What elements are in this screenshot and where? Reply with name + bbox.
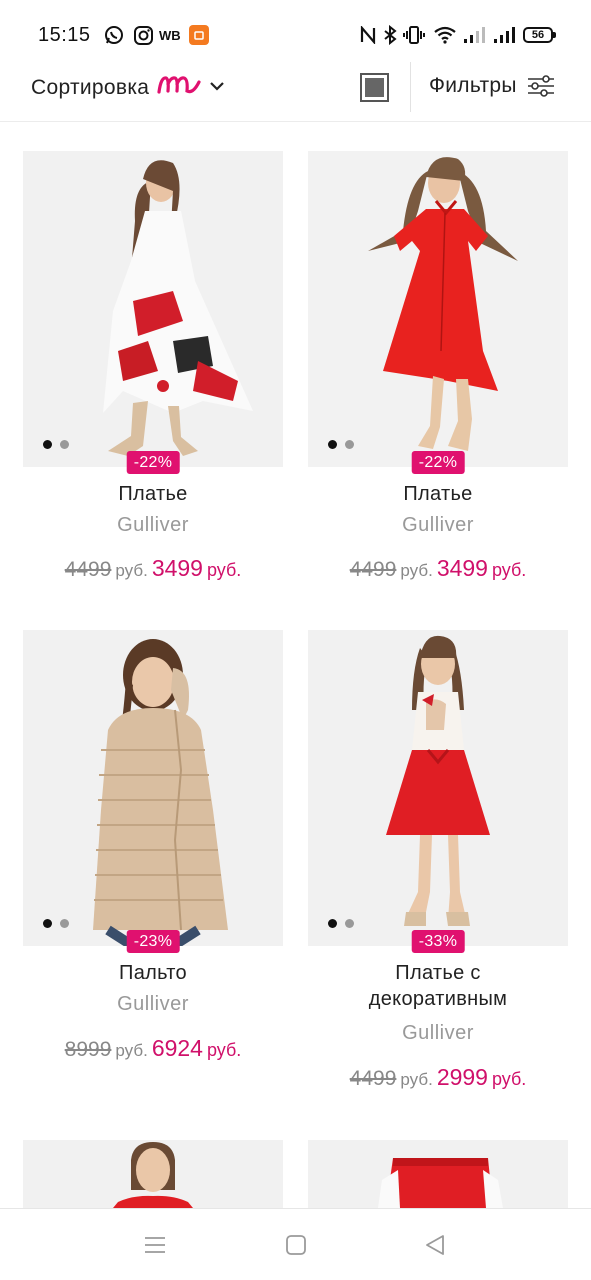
filters-label: Фильтры	[429, 74, 517, 97]
product-image	[23, 1140, 283, 1208]
product-card[interactable]	[23, 1140, 283, 1208]
product-title[interactable]: Платье с декоративным	[308, 960, 568, 1012]
discount-badge: -33%	[411, 930, 465, 953]
old-price: 4499	[349, 1067, 397, 1090]
photo-pagination-dots	[43, 440, 69, 449]
product-price: 4499 руб. 3499 руб.	[308, 555, 568, 582]
pagination-dot-active	[43, 919, 52, 928]
wifi-icon	[432, 24, 458, 46]
new-price: 6924	[151, 1035, 203, 1061]
pagination-dot	[60, 919, 69, 928]
product-title[interactable]: Платье	[308, 481, 568, 507]
product-image	[23, 630, 283, 946]
pagination-dot-active	[43, 440, 52, 449]
new-price-currency: руб.	[491, 1069, 527, 1089]
toolbar-divider	[410, 62, 411, 112]
product-title-line: декоративным	[368, 988, 508, 1010]
product-card[interactable]: -33% Платье с декоративным Gulliver 4499…	[308, 630, 568, 1090]
product-card[interactable]: -22% Платье Gulliver 4499 руб. 3499 руб.	[308, 151, 568, 581]
photo-pagination-dots	[43, 919, 69, 928]
pagination-dot	[345, 919, 354, 928]
product-photo[interactable]	[308, 1140, 568, 1208]
vibrate-icon	[403, 24, 425, 46]
product-photo[interactable]	[23, 151, 283, 467]
home-square-icon[interactable]	[284, 1233, 308, 1257]
pagination-dot-active	[328, 919, 337, 928]
photo-pagination-dots	[328, 919, 354, 928]
product-image	[23, 151, 283, 467]
brand-logo-icon	[157, 74, 201, 101]
system-navigation-bar	[0, 1208, 591, 1280]
old-price-currency: руб.	[400, 1070, 433, 1089]
old-price-currency: руб.	[115, 561, 148, 580]
product-image	[308, 1140, 568, 1208]
product-image	[308, 630, 568, 946]
old-price: 4499	[349, 558, 397, 581]
pagination-dot-active	[328, 440, 337, 449]
filters-button[interactable]: Фильтры	[429, 74, 555, 98]
product-price: 4499 руб. 2999 руб.	[308, 1064, 568, 1091]
battery-indicator: 56	[523, 27, 556, 43]
discount-badge: -22%	[126, 451, 180, 474]
menu-icon[interactable]	[143, 1233, 167, 1257]
product-photo[interactable]	[308, 630, 568, 946]
product-price: 4499 руб. 3499 руб.	[23, 555, 283, 582]
discount-badge: -22%	[411, 451, 465, 474]
product-card[interactable]: -23% Пальто Gulliver 8999 руб. 6924 руб.	[23, 630, 283, 1061]
new-price: 2999	[436, 1064, 488, 1090]
old-price: 4499	[64, 558, 112, 581]
new-price-currency: руб.	[206, 560, 242, 580]
old-price-currency: руб.	[115, 1041, 148, 1060]
product-photo[interactable]	[23, 630, 283, 946]
product-title-line: Платье с	[395, 962, 481, 984]
new-price: 3499	[436, 555, 488, 581]
new-price-currency: руб.	[206, 1040, 242, 1060]
product-brand: Gulliver	[402, 514, 474, 536]
product-brand: Gulliver	[402, 1022, 474, 1044]
product-title[interactable]: Платье	[23, 481, 283, 507]
product-photo[interactable]	[23, 1140, 283, 1208]
product-photo[interactable]	[308, 151, 568, 467]
new-price-currency: руб.	[491, 560, 527, 580]
sort-button[interactable]: Сортировка	[31, 74, 225, 101]
product-card[interactable]	[308, 1140, 568, 1208]
discount-badge: -23%	[126, 930, 180, 953]
nfc-icon	[359, 24, 377, 46]
instagram-icon	[132, 24, 154, 46]
product-image	[308, 151, 568, 467]
pagination-dot	[60, 440, 69, 449]
photo-pagination-dots	[328, 440, 354, 449]
signal-icon	[462, 24, 488, 46]
shopping-app-icon	[189, 24, 209, 46]
filter-sliders-icon	[527, 75, 554, 97]
sort-label: Сортировка	[31, 75, 150, 99]
new-price: 3499	[151, 555, 203, 581]
status-bar: 15:15 WB 56	[0, 0, 591, 56]
product-brand: Gulliver	[117, 514, 189, 536]
signal-icon	[492, 24, 518, 46]
wb-icon: WB	[159, 28, 181, 43]
grid-view-toggle-button[interactable]	[360, 73, 389, 102]
status-time: 15:15	[38, 24, 91, 46]
product-brand: Gulliver	[117, 993, 189, 1015]
bluetooth-icon	[381, 24, 399, 46]
pagination-dot	[345, 440, 354, 449]
catalog-toolbar: Сортировка Фильтры	[0, 56, 591, 122]
chevron-down-icon	[209, 79, 225, 97]
product-card[interactable]: -22% Платье Gulliver 4499 руб. 3499 руб.	[23, 151, 283, 581]
back-triangle-icon[interactable]	[423, 1233, 447, 1257]
product-price: 8999 руб. 6924 руб.	[23, 1035, 283, 1062]
product-title[interactable]: Пальто	[23, 960, 283, 986]
whatsapp-icon	[103, 24, 125, 46]
old-price-currency: руб.	[400, 561, 433, 580]
old-price: 8999	[64, 1038, 112, 1061]
